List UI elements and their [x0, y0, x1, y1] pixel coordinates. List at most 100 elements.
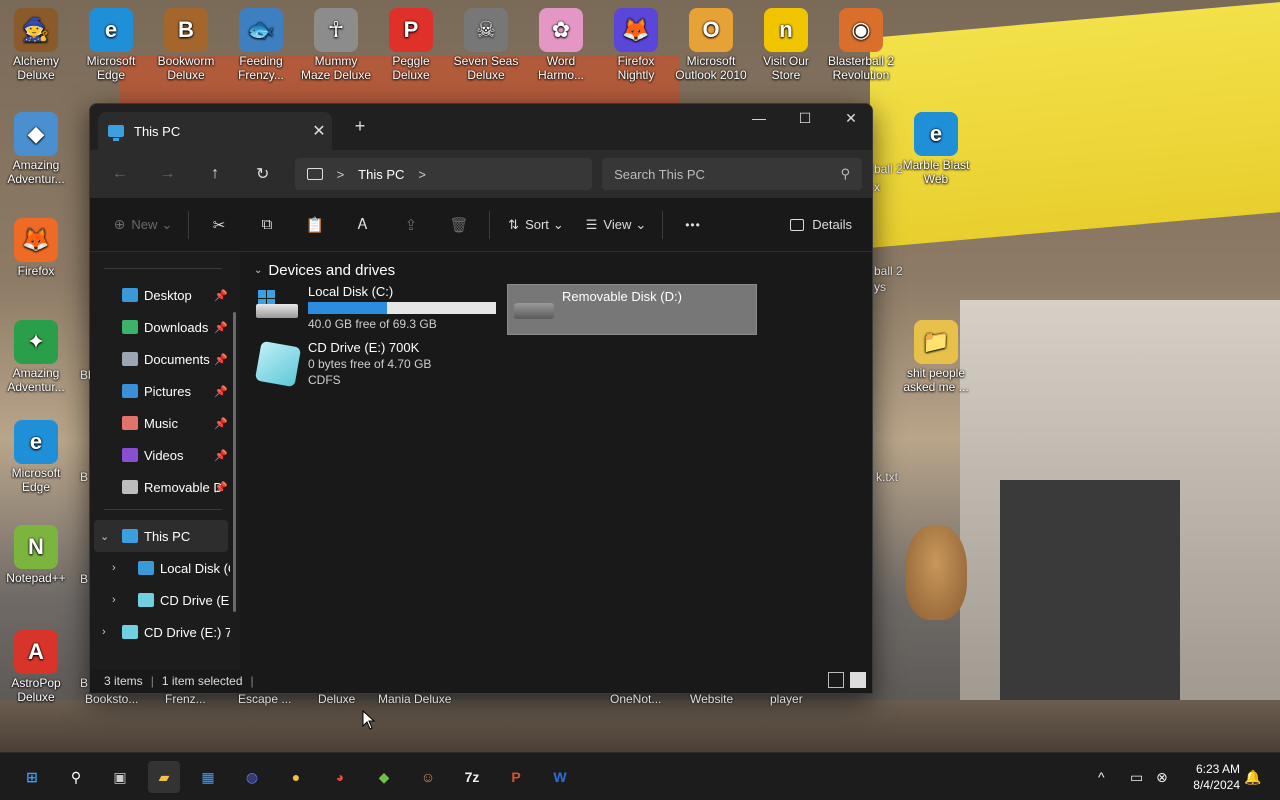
delete-button[interactable]: 🗑: [435, 209, 483, 241]
notification-bell-icon[interactable]: 🔔: [1244, 753, 1261, 800]
desktop-icon-item[interactable]: ✦ Amazing Adventur...: [0, 320, 72, 394]
forward-button[interactable]: →: [148, 158, 188, 190]
desktop-icon-item[interactable]: n Visit Our Store: [750, 8, 822, 82]
desktop-icon-item[interactable]: 🦊 Firefox Nightly: [600, 8, 672, 82]
desktop-icon-item[interactable]: ✿ Word Harmo...: [525, 8, 597, 82]
desktop-icon-label[interactable]: ball 2: [874, 264, 903, 278]
desktop-icon-label[interactable]: B: [80, 676, 88, 690]
minecraft-icon[interactable]: ◆: [368, 761, 400, 793]
breadcrumb-chevron-icon[interactable]: >: [418, 167, 426, 182]
desktop-icon-item[interactable]: N Notepad++: [0, 525, 72, 585]
refresh-button[interactable]: ↻: [243, 158, 283, 190]
copy-button[interactable]: ⧉: [243, 209, 291, 241]
sidebar-tree-item[interactable]: › CD Drive (E:) 7: [90, 584, 230, 616]
desktop-icon-item[interactable]: ☥ Mummy Maze Deluxe: [300, 8, 372, 82]
desktop-icon-item[interactable]: B Bookworm Deluxe: [150, 8, 222, 82]
desktop-icon-label[interactable]: OneNot...: [610, 692, 661, 706]
desktop-icon-label[interactable]: Booksto...: [85, 692, 138, 706]
file-explorer-icon[interactable]: ▰: [148, 761, 180, 793]
desktop-icon-item[interactable]: e Microsoft Edge: [0, 420, 72, 494]
desktop-icon-label[interactable]: Bl: [80, 368, 91, 382]
desktop-icon-label[interactable]: B: [80, 572, 88, 586]
desktop-icon-label[interactable]: ys: [874, 280, 886, 294]
sidebar-item-this-pc[interactable]: ⌄ This PC: [94, 520, 228, 552]
share-button[interactable]: ⇪: [387, 209, 435, 241]
task-view-icon[interactable]: ▣: [104, 761, 136, 793]
paste-button[interactable]: 📋: [291, 209, 339, 241]
desktop-icon-item[interactable]: e Microsoft Edge: [75, 8, 147, 82]
desktop-icon-item[interactable]: 📁 shit people asked me ...: [900, 320, 972, 394]
chevron-right-icon[interactable]: ›: [102, 626, 106, 638]
sidebar-item-documents[interactable]: Documents 📌: [90, 343, 230, 375]
network-icon[interactable]: ▭: [1130, 753, 1143, 800]
desktop-icon-item[interactable]: 🦊 Firefox: [0, 218, 72, 278]
desktop-icon-item[interactable]: 🧙 Alchemy Deluxe: [0, 8, 72, 82]
firefox-nightly-icon[interactable]: ◍: [236, 761, 268, 793]
sidebar-scrollbar[interactable]: [233, 312, 236, 612]
drive-removable-disk-d[interactable]: Removable Disk (D:): [507, 284, 757, 335]
desktop-icon-item[interactable]: O Microsoft Outlook 2010: [675, 8, 747, 82]
desktop-icon-label[interactable]: ball 2: [874, 162, 903, 176]
rename-button[interactable]: Ꭺ: [339, 209, 387, 241]
store-icon[interactable]: ▦: [192, 761, 224, 793]
chevron-right-icon[interactable]: ›: [112, 562, 116, 574]
details-button[interactable]: Details: [784, 209, 858, 241]
close-window-button[interactable]: ✕: [828, 104, 872, 134]
sidebar-item-downloads[interactable]: Downloads 📌: [90, 311, 230, 343]
word-icon[interactable]: W: [544, 761, 576, 793]
desktop-icon-label[interactable]: player: [770, 692, 803, 706]
up-button[interactable]: ↑: [195, 158, 235, 190]
volume-icon[interactable]: ⊗: [1156, 753, 1168, 800]
yellow-app-icon[interactable]: ●: [280, 761, 312, 793]
desktop-icon-item[interactable]: e Marble Blast Web: [900, 112, 972, 186]
details-view-icon[interactable]: [828, 672, 844, 688]
sidebar-item-videos[interactable]: Videos 📌: [90, 439, 230, 471]
desktop-icon-item[interactable]: 🐟 Feeding Frenzy...: [225, 8, 297, 82]
search-icon[interactable]: ⚲: [60, 761, 92, 793]
desktop-icon-item[interactable]: A AstroPop Deluxe: [0, 630, 72, 704]
close-tab-button[interactable]: ✕: [306, 121, 332, 141]
desktop-icon-label[interactable]: x: [874, 180, 880, 194]
maximize-button[interactable]: ☐: [782, 104, 828, 134]
game-icon[interactable]: ☺: [412, 761, 444, 793]
drive-local-disk-c[interactable]: Local Disk (C:) 40.0 GB free of 69.3 GB: [254, 284, 502, 334]
sidebar-tree-item[interactable]: › Local Disk (C:): [90, 552, 230, 584]
tab-this-pc[interactable]: This PC ✕: [98, 112, 332, 150]
desktop-icon-label[interactable]: B: [80, 470, 88, 484]
7zip-icon[interactable]: 7z: [456, 761, 488, 793]
desktop-icon-item[interactable]: P Peggle Deluxe: [375, 8, 447, 82]
address-bar[interactable]: > This PC >: [294, 158, 593, 190]
chrome-icon[interactable]: ◕: [324, 761, 356, 793]
sidebar-item-pictures[interactable]: Pictures 📌: [90, 375, 230, 407]
sidebar-item-desktop[interactable]: Desktop 📌: [90, 279, 230, 311]
desktop-icon-label[interactable]: Mania Deluxe: [378, 692, 451, 706]
back-button[interactable]: ←: [100, 158, 140, 190]
chevron-right-icon[interactable]: ›: [112, 594, 116, 606]
new-tab-button[interactable]: +: [348, 116, 372, 137]
cut-button[interactable]: ✂: [195, 209, 243, 241]
desktop-icon-item[interactable]: ☠ Seven Seas Deluxe: [450, 8, 522, 82]
tray-overflow-button[interactable]: ^: [1098, 753, 1105, 800]
desktop-icon-label[interactable]: Frenz...: [165, 692, 206, 706]
view-button[interactable]: ☰ View ⌄: [576, 209, 656, 241]
desktop-icon-item[interactable]: ◉ Blasterball 2 Revolution: [825, 8, 897, 82]
chevron-down-icon[interactable]: ⌄: [100, 530, 109, 543]
breadcrumb-chevron-icon[interactable]: >: [337, 167, 345, 182]
sidebar-item-removable-d[interactable]: Removable D 📌: [90, 471, 230, 503]
clock[interactable]: 6:23 AM 8/4/2024: [1193, 761, 1240, 793]
breadcrumb-this-pc[interactable]: This PC: [358, 167, 404, 182]
new-button[interactable]: ⊕ New ⌄: [104, 209, 182, 241]
minimize-button[interactable]: —: [736, 104, 782, 134]
sort-button[interactable]: ⇅ Sort ⌄: [496, 209, 576, 241]
desktop-icon-label[interactable]: k.txt: [876, 470, 898, 484]
sidebar-item-music[interactable]: Music 📌: [90, 407, 230, 439]
desktop-icon-item[interactable]: ◆ Amazing Adventur...: [0, 112, 72, 186]
group-header[interactable]: ⌄ Devices and drives: [254, 260, 872, 280]
desktop-icon-label[interactable]: Escape ...: [238, 692, 291, 706]
more-options-button[interactable]: •••: [669, 209, 717, 241]
start-icon[interactable]: ⊞: [16, 761, 48, 793]
large-icons-view-icon[interactable]: [850, 672, 866, 688]
drive-cd-e[interactable]: CD Drive (E:) 700K 0 bytes free of 4.70 …: [254, 340, 502, 390]
desktop-icon-label[interactable]: Deluxe: [318, 692, 355, 706]
powerpoint-icon[interactable]: P: [500, 761, 532, 793]
